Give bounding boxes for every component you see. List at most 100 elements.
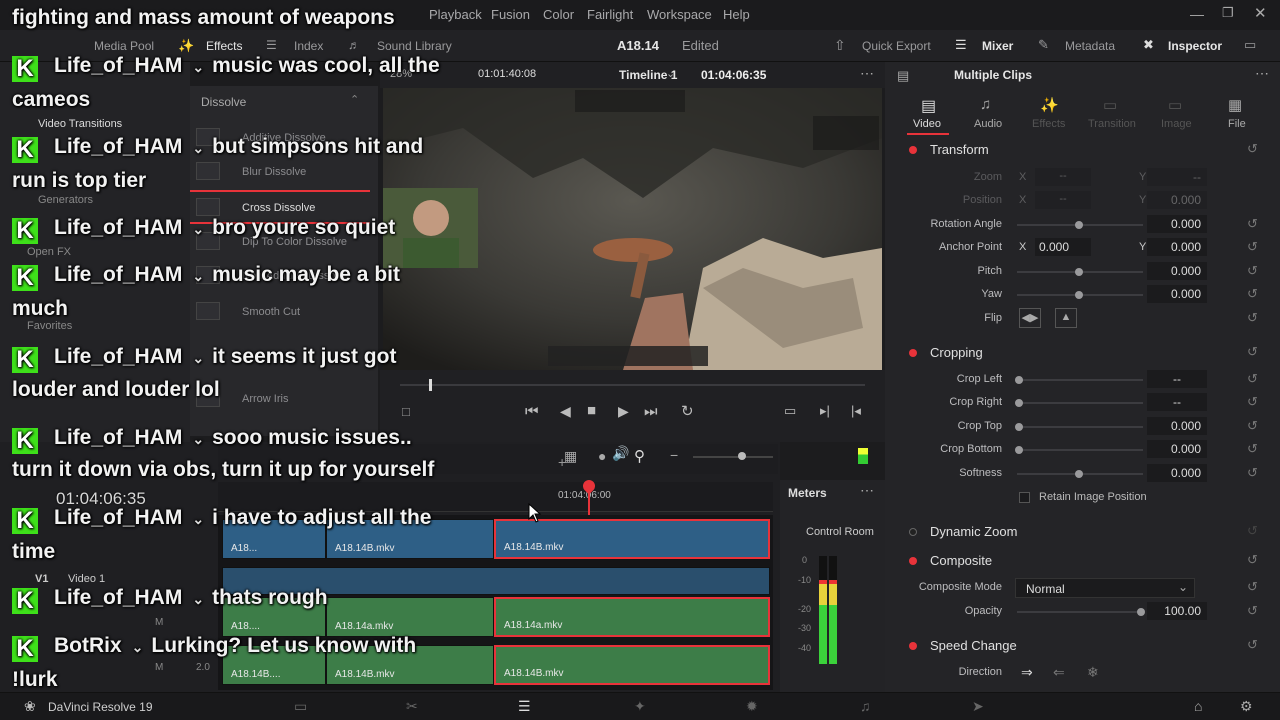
video-preview[interactable] [383,88,882,370]
flip-horizontal-icon[interactable]: ◀▶ [1019,308,1041,328]
zoom-slider[interactable] [693,456,773,458]
metadata-button[interactable]: Metadata [1065,39,1115,53]
anchor-y-field[interactable]: 0.000 [1147,238,1207,256]
minimize-icon[interactable]: — [1190,6,1204,22]
close-icon[interactable]: ✕ [1254,4,1267,22]
quick-export-button[interactable]: Quick Export [862,39,931,53]
tab-file[interactable]: File [1228,118,1246,130]
reset-icon[interactable]: ↺ [1247,603,1258,619]
zoom-detail-icon[interactable]: ● [598,448,606,464]
anchor-x-field[interactable]: 0.000 [1035,238,1091,256]
home-icon[interactable]: ⌂ [1194,698,1202,714]
crop-top-slider[interactable] [1015,423,1143,431]
scrub-playhead[interactable] [429,379,432,391]
dynamic-zoom-section-header[interactable]: Dynamic Zoom ↺ [885,520,1280,544]
reset-icon[interactable]: ↺ [1247,465,1258,481]
loop-icon[interactable]: ↻ [681,402,694,420]
more-options-icon[interactable]: ⋯ [1255,65,1269,82]
tree-video-transitions[interactable]: Video Transitions [38,118,122,130]
cropping-section-header[interactable]: Cropping ↺ [885,341,1280,365]
reset-icon[interactable]: ↺ [1247,637,1258,653]
transition-smooth-cut[interactable]: Smooth Cut [190,296,370,330]
pitch-slider[interactable] [1017,268,1143,276]
zoom-y-field[interactable]: -- [1147,168,1207,186]
mixer-button[interactable]: Mixer [982,39,1013,53]
opacity-slider[interactable] [1017,608,1145,616]
menu-workspace[interactable]: Workspace [647,7,712,22]
rotation-slider[interactable] [1017,221,1143,229]
tab-video[interactable]: Video [913,118,941,130]
softness-slider[interactable] [1017,470,1143,478]
clip-a1-c[interactable]: A18.14a.mkv [494,597,770,637]
zoom-in-icon[interactable]: + [558,454,566,470]
tab-effects[interactable]: Effects [1032,118,1065,130]
slider-knob[interactable] [1015,376,1023,384]
opacity-field[interactable]: 100.00 [1147,602,1207,620]
slider-knob[interactable] [1075,268,1083,276]
reset-icon[interactable]: ↺ [1247,552,1258,568]
cut-page-icon[interactable]: ✂ [406,698,418,715]
inspector-button[interactable]: Inspector [1168,39,1222,53]
more-options-icon[interactable]: ⋯ [860,482,874,499]
yaw-field[interactable]: 0.000 [1147,285,1207,303]
reset-icon[interactable]: ↺ [1247,344,1258,360]
slider-knob[interactable] [1075,291,1083,299]
edit-page-icon[interactable]: ☰ [518,698,531,715]
slider-knob[interactable] [1015,423,1023,431]
reset-icon[interactable]: ↺ [1247,418,1258,434]
reset-icon[interactable]: ↺ [1247,239,1258,255]
collapse-icon[interactable]: ⌃ [350,93,359,106]
skip-start-icon[interactable]: ⏮ [525,403,539,420]
menu-playback[interactable]: Playback [429,7,482,22]
mute-button[interactable]: M [155,617,163,628]
reverse-icon[interactable]: ⇐ [1053,664,1065,681]
prev-clip-icon[interactable]: |◂ [851,403,861,419]
zoom-slider-knob[interactable] [738,452,746,460]
maximize-icon[interactable]: ❐ [1222,5,1234,21]
reset-icon[interactable]: ↺ [1247,286,1258,302]
reset-icon[interactable]: ↺ [1247,263,1258,279]
menu-fusion[interactable]: Fusion [491,7,530,22]
rotation-field[interactable]: 0.000 [1147,215,1207,233]
play-reverse-icon[interactable]: ◀ [560,403,571,420]
freeze-icon[interactable]: ❄ [1087,664,1099,681]
skip-end-icon[interactable]: ⏭ [644,403,658,420]
tab-image[interactable]: Image [1161,118,1192,130]
scrub-bar[interactable] [400,384,865,386]
composite-section-header[interactable]: Composite ↺ [885,549,1280,573]
crop-left-field[interactable]: -- [1147,370,1207,388]
crop-top-field[interactable]: 0.000 [1147,417,1207,435]
clip-a2-c[interactable]: A18.14B.mkv [494,645,770,685]
crop-right-field[interactable]: -- [1147,393,1207,411]
retain-image-checkbox[interactable] [1019,492,1030,503]
reset-icon[interactable]: ↺ [1247,371,1258,387]
enable-dot[interactable] [909,642,917,650]
reset-icon[interactable]: ↺ [1247,579,1258,595]
zoom-custom-icon[interactable]: ⚲ [634,447,645,465]
transform-section-header[interactable]: Transform ↺ [885,138,1280,162]
fusion-page-icon[interactable]: ✦ [634,698,646,715]
clip-v2-c[interactable]: A18.14B.mkv [494,519,770,559]
tab-transition[interactable]: Transition [1088,118,1136,130]
slider-knob[interactable] [1137,608,1145,616]
next-clip-icon[interactable]: ▸| [820,403,830,419]
audio-meter-icon[interactable] [858,448,868,464]
slider-knob[interactable] [1015,399,1023,407]
slider-knob[interactable] [1015,446,1023,454]
reset-icon[interactable]: ↺ [1247,394,1258,410]
crop-bottom-field[interactable]: 0.000 [1147,440,1207,458]
reset-icon[interactable]: ↺ [1247,216,1258,232]
mute-button[interactable]: M [155,662,163,673]
slider-knob[interactable] [1075,221,1083,229]
display-icon[interactable]: ▭ [1244,37,1256,53]
position-x-field[interactable]: -- [1035,191,1091,209]
position-y-field[interactable]: 0.000 [1147,191,1207,209]
media-page-icon[interactable]: ▭ [294,698,307,715]
play-icon[interactable]: ▶ [618,403,629,420]
tab-audio[interactable]: Audio [974,118,1002,130]
flip-vertical-icon[interactable]: ▲ [1055,308,1077,328]
viewer-mode-icon[interactable]: □ [402,404,410,419]
menu-fairlight[interactable]: Fairlight [587,7,633,22]
chevron-down-icon[interactable]: ⌄ [666,67,675,80]
crop-right-slider[interactable] [1015,399,1143,407]
